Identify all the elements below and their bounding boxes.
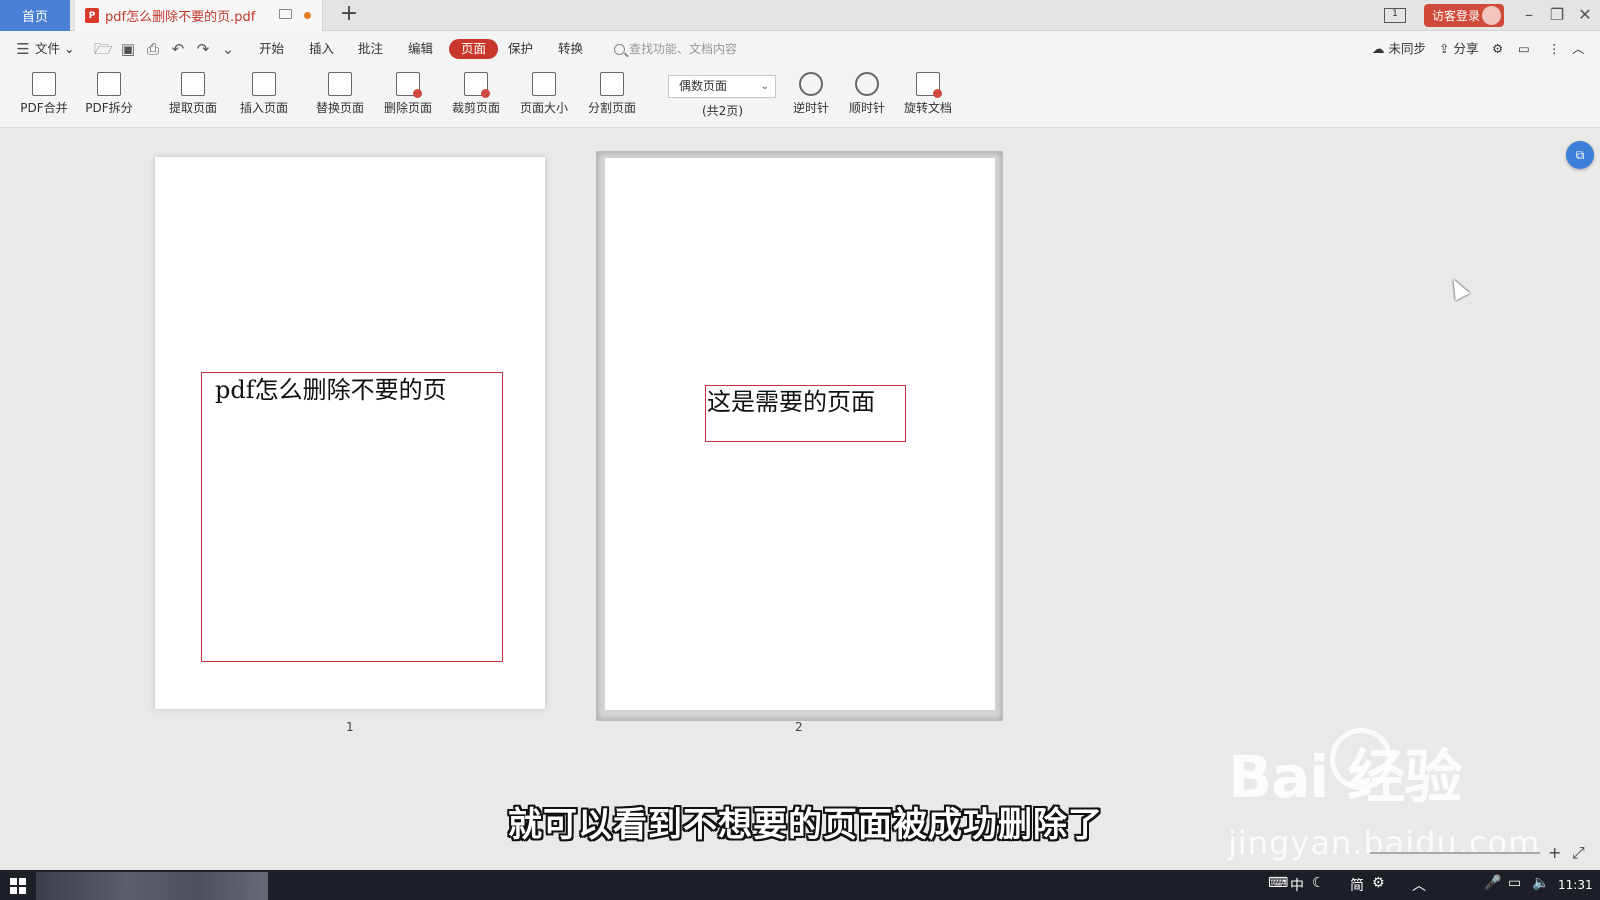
more-icon[interactable]: ⋮ bbox=[1548, 39, 1561, 59]
save-icon[interactable]: ▣ bbox=[119, 40, 137, 58]
login-label: 访客登录 bbox=[1432, 9, 1481, 23]
baidu-watermark: Bai 经验 bbox=[1228, 743, 1462, 811]
insert-page-icon bbox=[252, 72, 276, 96]
replace-page-button[interactable]: 替换页面 bbox=[314, 72, 366, 122]
keyboard-icon[interactable]: ⌨ bbox=[1268, 875, 1288, 891]
undo-icon[interactable]: ↶ bbox=[169, 40, 187, 58]
windows-start-icon[interactable] bbox=[10, 878, 26, 894]
rotate-doc-icon bbox=[916, 72, 942, 98]
replace-page-icon bbox=[328, 72, 352, 96]
baidu-watermark-url: jingyan.baidu.com bbox=[1228, 824, 1541, 862]
pdf-split-button[interactable]: PDF拆分 bbox=[83, 72, 135, 122]
pdf-file-icon: P bbox=[85, 8, 99, 23]
page-size-icon bbox=[532, 72, 556, 96]
insert-page-button[interactable]: 插入页面 bbox=[235, 72, 293, 122]
fullscreen-icon[interactable]: ⤢ bbox=[1572, 843, 1585, 863]
unsaved-dot-icon bbox=[304, 12, 311, 19]
tab-start[interactable]: 开始 bbox=[259, 39, 284, 59]
video-subtitle: 就可以看到不想要的页面被成功删除了 bbox=[508, 805, 1103, 845]
tab-edit[interactable]: 编辑 bbox=[408, 39, 433, 59]
new-tab-button[interactable]: + bbox=[338, 3, 360, 27]
document-tab-label: pdf怎么删除不要的页.pdf bbox=[105, 10, 256, 25]
merge-icon bbox=[32, 72, 56, 96]
restore-icon[interactable]: ❐ bbox=[1546, 4, 1568, 26]
minimize-icon[interactable]: – bbox=[1518, 4, 1540, 26]
document-tab[interactable]: P pdf怎么删除不要的页.pdf bbox=[75, 0, 323, 31]
split-icon bbox=[97, 72, 121, 96]
tab-insert[interactable]: 插入 bbox=[309, 39, 334, 59]
search-placeholder: 查找功能、文档内容 bbox=[629, 42, 738, 56]
floating-tool-icon[interactable]: ⧉ bbox=[1566, 141, 1594, 169]
rotate-cw-icon bbox=[855, 72, 879, 96]
collapse-ribbon-icon[interactable]: ︿ bbox=[1572, 39, 1585, 59]
ime-settings-icon[interactable]: ⚙ bbox=[1372, 875, 1385, 891]
page2-text: 这是需要的页面 bbox=[707, 388, 875, 416]
moon-icon[interactable]: ☾ bbox=[1312, 875, 1325, 891]
share-button[interactable]: ⇪ 分享 bbox=[1439, 39, 1478, 59]
login-button[interactable]: 访客登录 bbox=[1424, 4, 1504, 27]
split-page-button[interactable]: 分割页面 bbox=[586, 72, 638, 122]
zoom-in-icon[interactable]: + bbox=[1548, 843, 1561, 862]
volume-icon[interactable]: 🔈 bbox=[1532, 875, 1549, 891]
settings-icon[interactable]: ⚙ bbox=[1492, 39, 1503, 59]
search-input[interactable]: 查找功能、文档内容 bbox=[614, 39, 737, 59]
microphone-icon[interactable]: 🎤 bbox=[1484, 875, 1501, 891]
extract-pages-button[interactable]: 提取页面 bbox=[167, 72, 219, 122]
tab-protect[interactable]: 保护 bbox=[508, 39, 533, 59]
rotate-ccw-button[interactable]: 逆时针 bbox=[790, 72, 832, 122]
page-size-button[interactable]: 页面大小 bbox=[518, 72, 570, 122]
taskbar-app-button[interactable] bbox=[36, 872, 268, 900]
file-menu[interactable]: 文件 ⌄ bbox=[35, 39, 74, 59]
rotate-cw-button[interactable]: 顺时针 bbox=[846, 72, 888, 122]
page-number-1: 1 bbox=[346, 720, 354, 734]
close-icon[interactable]: ✕ bbox=[1574, 4, 1596, 26]
window-layout-icon[interactable]: 1 bbox=[1384, 8, 1406, 23]
ime-mode[interactable]: 中 bbox=[1290, 875, 1304, 895]
print-icon[interactable]: ⎙ bbox=[144, 40, 162, 58]
avatar bbox=[1482, 6, 1501, 25]
crop-page-icon bbox=[464, 72, 490, 98]
split-page-icon bbox=[600, 72, 624, 96]
more-dropdown-icon[interactable]: ⌄ bbox=[219, 40, 237, 58]
menu-bar bbox=[0, 31, 1600, 65]
page-range-select[interactable]: 偶数页面 ⌄ bbox=[668, 75, 776, 98]
sync-button[interactable]: ☁ 未同步 bbox=[1372, 39, 1426, 59]
ime-script[interactable]: 简 bbox=[1350, 875, 1364, 895]
rotate-ccw-icon bbox=[799, 72, 823, 96]
tab-convert[interactable]: 转换 bbox=[558, 39, 583, 59]
page1-text: pdf怎么删除不要的页 bbox=[215, 376, 447, 404]
page-thumbnail-2[interactable]: 这是需要的页面 bbox=[605, 158, 995, 710]
tray-expand-icon[interactable]: ︿ bbox=[1412, 875, 1426, 895]
monitor-icon[interactable] bbox=[279, 9, 292, 19]
tab-annotate[interactable]: 批注 bbox=[358, 39, 383, 59]
page-count: (共2页) bbox=[702, 104, 743, 118]
clock: 11:31 bbox=[1558, 878, 1593, 892]
search-icon bbox=[614, 43, 625, 55]
zoom-slider[interactable] bbox=[1370, 852, 1540, 854]
text-box-frame bbox=[201, 372, 503, 662]
home-tab[interactable]: 首页 bbox=[0, 0, 70, 31]
pdf-merge-button[interactable]: PDF合并 bbox=[18, 72, 70, 122]
page-thumbnail-1[interactable]: pdf怎么删除不要的页 bbox=[155, 157, 545, 709]
rotate-doc-button[interactable]: 旋转文档 bbox=[902, 72, 954, 122]
tab-page[interactable]: 页面 bbox=[449, 39, 499, 59]
network-icon[interactable]: ▭ bbox=[1508, 875, 1521, 891]
extract-icon bbox=[181, 72, 205, 96]
hamburger-icon[interactable]: ☰ bbox=[14, 40, 32, 58]
comment-icon[interactable]: ▭ bbox=[1518, 39, 1530, 59]
delete-page-button[interactable]: 删除页面 bbox=[382, 72, 434, 122]
crop-page-button[interactable]: 裁剪页面 bbox=[450, 72, 502, 122]
open-folder-icon[interactable]: 🗁 bbox=[94, 40, 113, 58]
redo-icon[interactable]: ↷ bbox=[194, 40, 212, 58]
page-number-2: 2 bbox=[795, 720, 803, 734]
chevron-down-icon: ⌄ bbox=[760, 81, 769, 92]
delete-page-icon bbox=[396, 72, 422, 98]
